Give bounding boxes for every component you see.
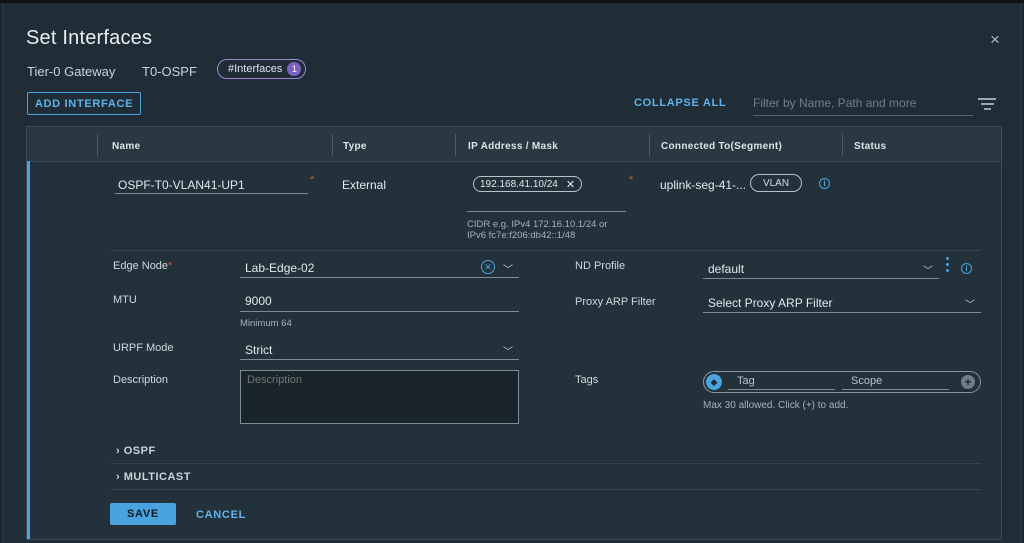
- proxy-arp-select[interactable]: Select Proxy ARP Filter: [708, 296, 833, 310]
- column-header-ip[interactable]: IP Address / Mask: [468, 141, 558, 152]
- nd-profile-select[interactable]: default: [708, 262, 744, 276]
- interfaces-badge-count: 1: [287, 62, 302, 76]
- cancel-button[interactable]: CANCEL: [196, 509, 246, 521]
- chevron-right-icon: ›: [116, 471, 121, 483]
- type-value: External: [342, 178, 387, 192]
- ospf-section-toggle[interactable]: › OSPF: [116, 445, 156, 457]
- required-mark: *: [310, 174, 315, 186]
- tags-help: Max 30 allowed. Click (+) to add.: [703, 400, 849, 411]
- chevron-right-icon: ›: [116, 445, 121, 457]
- vlan-badge: VLAN: [750, 174, 802, 192]
- edge-node-underline: [240, 277, 519, 278]
- description-textarea[interactable]: [240, 370, 519, 424]
- info-icon[interactable]: i: [819, 178, 830, 189]
- set-interfaces-dialog: Set Interfaces × Tier-0 Gateway T0-OSPF …: [2, 3, 1022, 543]
- selected-row-indicator: [27, 161, 30, 539]
- mtu-help: Minimum 64: [240, 318, 292, 329]
- close-icon[interactable]: ×: [990, 30, 1000, 50]
- x-icon[interactable]: ✕: [566, 178, 575, 191]
- edge-node-select[interactable]: Lab-Edge-02: [245, 261, 314, 275]
- urpf-mode-select[interactable]: Strict: [245, 343, 272, 357]
- column-header-name[interactable]: Name: [112, 141, 140, 152]
- column-separator: [455, 134, 456, 156]
- chevron-down-icon[interactable]: ﹀: [965, 296, 975, 311]
- tag-icon: ◆: [706, 374, 722, 390]
- mtu-underline: [240, 311, 519, 312]
- edge-node-label: Edge Node*: [113, 260, 173, 272]
- column-header-type[interactable]: Type: [343, 141, 367, 152]
- tags-label: Tags: [575, 374, 599, 386]
- urpf-mode-label: URPF Mode: [113, 342, 174, 354]
- filter-lines-icon[interactable]: [978, 98, 996, 113]
- scope-underline: [842, 389, 949, 390]
- mtu-input[interactable]: 9000: [245, 294, 272, 308]
- grid-header: Name Type IP Address / Mask Connected To…: [27, 127, 1001, 162]
- gateway-name-label: T0-OSPF: [142, 64, 197, 79]
- nd-profile-label: ND Profile: [575, 260, 626, 272]
- ip-help-line2: IPv6 fc7e:f206:db42::1/48: [467, 230, 576, 241]
- multicast-section-toggle[interactable]: › MULTICAST: [116, 471, 191, 483]
- tags-input-group: ◆ Tag Scope +: [703, 371, 981, 393]
- tag-underline: [728, 389, 835, 390]
- interfaces-badge-label: #Interfaces: [228, 63, 283, 75]
- ip-underline: [467, 211, 626, 212]
- nd-profile-underline: [703, 278, 939, 279]
- ip-help-line1: CIDR e.g. IPv4 172.16.10.1/24 or: [467, 219, 608, 230]
- proxy-arp-underline: [703, 312, 981, 313]
- tag-input[interactable]: Tag: [737, 375, 755, 387]
- chevron-down-icon[interactable]: ﹀: [923, 262, 933, 277]
- scope-input[interactable]: Scope: [851, 375, 882, 387]
- add-interface-button[interactable]: ADD INTERFACE: [27, 92, 141, 115]
- ip-chip-label: 192.168.41.10/24: [480, 178, 558, 190]
- section-divider: [111, 463, 981, 464]
- column-header-status[interactable]: Status: [854, 141, 886, 152]
- column-separator: [649, 134, 650, 156]
- mtu-label: MTU: [113, 294, 137, 306]
- column-separator: [842, 134, 843, 156]
- filter-input[interactable]: [753, 96, 973, 116]
- proxy-arp-label: Proxy ARP Filter: [575, 296, 656, 308]
- interfaces-count-badge[interactable]: #Interfaces 1: [217, 59, 307, 79]
- ip-address-chip[interactable]: 192.168.41.10/24 ✕: [473, 176, 583, 192]
- chevron-down-icon[interactable]: ﹀: [503, 261, 513, 276]
- section-divider: [111, 489, 981, 490]
- required-mark: *: [629, 174, 634, 186]
- column-header-segment[interactable]: Connected To(Segment): [661, 141, 782, 152]
- dialog-title: Set Interfaces: [26, 27, 153, 49]
- column-separator: [97, 134, 98, 156]
- name-underline: [115, 193, 308, 194]
- save-button[interactable]: SAVE: [110, 503, 176, 525]
- chevron-down-icon[interactable]: ﹀: [503, 343, 513, 358]
- row-divider: [111, 250, 981, 251]
- segment-value[interactable]: uplink-seg-41-...: [660, 178, 746, 192]
- vertical-ellipsis-icon[interactable]: [946, 257, 949, 275]
- info-icon[interactable]: i: [961, 263, 972, 274]
- gateway-type-label: Tier-0 Gateway: [27, 64, 116, 79]
- column-separator: [332, 134, 333, 156]
- interface-name-input[interactable]: OSPF-T0-VLAN41-UP1: [118, 178, 245, 192]
- description-label: Description: [113, 374, 169, 386]
- plus-circle-icon[interactable]: +: [961, 375, 975, 389]
- collapse-all-link[interactable]: COLLAPSE ALL: [634, 97, 726, 109]
- urpf-underline: [240, 359, 519, 360]
- clear-circle-icon[interactable]: ✕: [481, 260, 495, 274]
